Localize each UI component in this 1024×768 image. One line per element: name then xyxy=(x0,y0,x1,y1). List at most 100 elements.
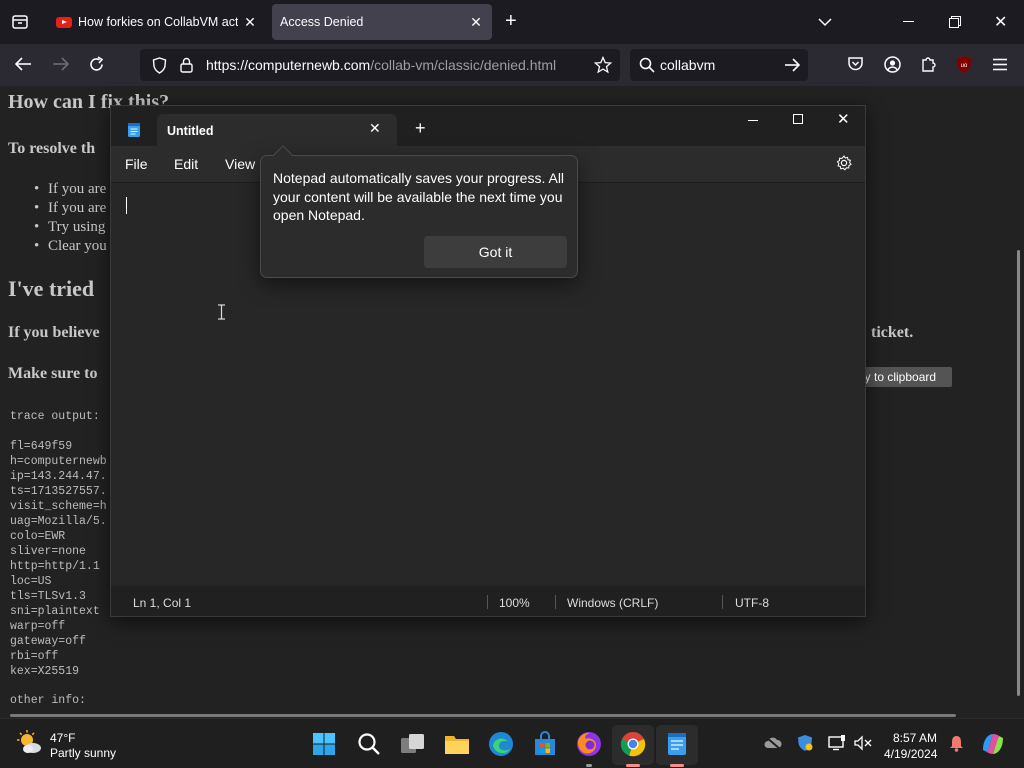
list-item: If you are xyxy=(34,181,106,198)
autosave-teaching-tip: Notepad automatically saves your progres… xyxy=(260,145,578,278)
go-arrow-icon[interactable] xyxy=(784,58,801,77)
got-it-button[interactable]: Got it xyxy=(424,236,567,268)
notepad-app-icon xyxy=(127,122,141,143)
encoding: UTF-8 xyxy=(735,596,769,610)
other-info-label: other info: xyxy=(10,694,86,707)
pocket-icon[interactable] xyxy=(847,56,864,77)
chrome-icon[interactable] xyxy=(620,731,646,757)
make-sure-paragraph: Make sure to xyxy=(8,365,98,382)
notepad-tab-untitled[interactable]: Untitled ✕ xyxy=(157,114,397,146)
browser-toolbar: https://computernewb.com/collab-vm/class… xyxy=(0,44,1024,86)
edge-icon[interactable] xyxy=(488,731,514,757)
account-icon[interactable] xyxy=(884,56,901,78)
tab-title: Access Denied xyxy=(280,15,364,29)
minimize-window-icon[interactable] xyxy=(903,21,914,22)
search-icon xyxy=(639,57,655,78)
trace-output-line: http=http/1.1 xyxy=(10,560,100,573)
weather-temperature[interactable]: 47°F xyxy=(50,731,75,745)
firefox-icon[interactable] xyxy=(576,731,602,757)
status-divider xyxy=(555,595,556,609)
search-input-value: collabvm xyxy=(660,57,716,73)
url-host: https://computernewb.com xyxy=(206,57,371,73)
copilot-icon[interactable] xyxy=(980,732,1006,761)
reload-icon[interactable] xyxy=(88,56,105,78)
hamburger-menu-icon[interactable] xyxy=(992,58,1008,76)
extensions-puzzle-icon[interactable] xyxy=(920,56,937,78)
notepad-status-bar: Ln 1, Col 1 100% Windows (CRLF) UTF-8 xyxy=(111,586,865,616)
weather-description[interactable]: Partly sunny xyxy=(50,746,116,760)
page-horizontal-scrollbar[interactable] xyxy=(10,714,956,717)
resolve-paragraph: To resolve th xyxy=(8,140,96,157)
close-tab-icon[interactable]: ✕ xyxy=(242,14,258,30)
trace-output-line: ts=1713527557. xyxy=(10,485,107,498)
trace-output-line: fl=649f59 xyxy=(10,440,73,453)
page-vertical-scrollbar[interactable] xyxy=(1017,250,1020,696)
clock-date[interactable]: 4/19/2024 xyxy=(884,747,937,761)
tab-title: How forkies on CollabVM act w xyxy=(78,15,238,29)
believe-paragraph: If you believe xyxy=(8,324,100,341)
copy-to-clipboard-button[interactable]: py to clipboard xyxy=(852,367,952,387)
minimize-icon[interactable] xyxy=(748,120,758,121)
trace-output-line: h=computernewb xyxy=(10,455,107,468)
microsoft-store-icon[interactable] xyxy=(532,731,558,757)
firefox-view-icon[interactable] xyxy=(10,12,30,32)
weather-partly-sunny-icon[interactable] xyxy=(16,729,44,762)
notepad-tab-title: Untitled xyxy=(167,124,214,138)
trace-output-line: loc=US xyxy=(10,575,52,588)
clock-time[interactable]: 8:57 AM xyxy=(893,731,937,745)
close-tab-icon[interactable]: ✕ xyxy=(369,120,381,137)
task-view-icon[interactable] xyxy=(400,733,426,759)
back-arrow-icon[interactable] xyxy=(14,56,32,77)
maximize-icon[interactable] xyxy=(793,114,803,124)
search-icon[interactable] xyxy=(357,732,383,758)
volume-muted-icon[interactable] xyxy=(854,735,872,756)
start-icon[interactable] xyxy=(312,732,338,758)
restore-window-icon[interactable] xyxy=(949,15,961,33)
url-path: /collab-vm/classic/denied.html xyxy=(370,57,557,73)
close-tab-icon[interactable]: ✕ xyxy=(468,14,484,30)
notification-bell-icon[interactable] xyxy=(949,735,964,757)
new-tab-icon[interactable]: + xyxy=(505,10,517,33)
zoom-level: 100% xyxy=(499,596,530,610)
defender-shield-icon[interactable] xyxy=(797,734,813,757)
url-bar[interactable]: https://computernewb.com/collab-vm/class… xyxy=(140,49,620,81)
list-item: If you are xyxy=(34,200,106,217)
tracking-protection-shield-icon[interactable] xyxy=(152,57,167,79)
close-icon[interactable]: ✕ xyxy=(837,110,850,128)
onedrive-offline-icon[interactable] xyxy=(764,736,782,755)
bookmark-star-icon[interactable] xyxy=(593,55,613,79)
status-divider xyxy=(487,595,488,609)
tab-youtube-video[interactable]: How forkies on CollabVM act w ✕ xyxy=(48,4,266,40)
menu-file[interactable]: File xyxy=(125,156,148,172)
text-caret xyxy=(126,197,127,214)
heading-ive-tried: I've tried xyxy=(8,276,95,301)
trace-output-line: kex=X25519 xyxy=(10,665,80,678)
trace-output-line: tls=TLSv1.3 xyxy=(10,590,86,603)
notepad-icon[interactable] xyxy=(664,731,690,757)
forward-arrow-icon[interactable] xyxy=(52,56,70,77)
trace-output-line: visit_scheme=h xyxy=(10,500,107,513)
menu-view[interactable]: View xyxy=(225,156,255,172)
autosave-message: Notepad automatically saves your progres… xyxy=(273,170,565,223)
trace-output-line: warp=off xyxy=(10,620,66,633)
status-divider xyxy=(722,595,723,609)
trace-output-label: trace output: xyxy=(10,410,100,423)
settings-gear-icon[interactable] xyxy=(836,155,852,176)
menu-edit[interactable]: Edit xyxy=(174,156,198,172)
notepad-title-bar[interactable]: Untitled ✕ + ✕ xyxy=(111,106,865,146)
new-tab-plus-icon[interactable]: + xyxy=(415,119,426,137)
text-cursor-ibeam-icon xyxy=(216,304,227,320)
list-tabs-chevron-icon[interactable] xyxy=(818,14,832,32)
ticket-text: ticket. xyxy=(871,324,914,341)
network-display-icon[interactable] xyxy=(828,735,846,756)
file-explorer-icon[interactable] xyxy=(444,732,470,758)
trace-output-line: sliver=none xyxy=(10,545,86,558)
url-text[interactable]: https://computernewb.com/collab-vm/class… xyxy=(206,57,556,73)
tab-access-denied[interactable]: Access Denied ✕ xyxy=(272,4,492,40)
trace-output-line: uag=Mozilla/5. xyxy=(10,515,107,528)
padlock-icon[interactable] xyxy=(180,57,193,78)
search-bar[interactable]: collabvm xyxy=(630,49,808,81)
close-window-icon[interactable]: ✕ xyxy=(994,12,1007,32)
ublock-origin-icon[interactable]: uo xyxy=(955,55,973,79)
notepad-active-indicator xyxy=(670,764,684,767)
